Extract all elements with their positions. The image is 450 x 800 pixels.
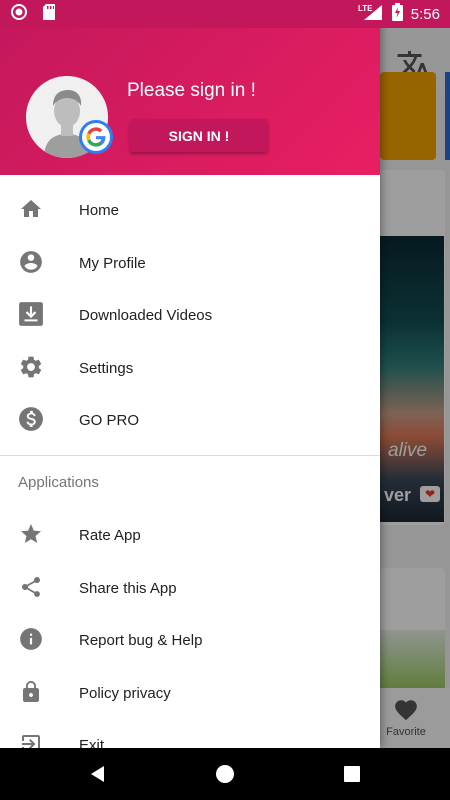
section-divider: [0, 455, 380, 456]
menu-item-settings[interactable]: Settings: [0, 342, 380, 394]
account-circle-icon: [18, 249, 44, 275]
menu-item-label: GO PRO: [79, 411, 140, 429]
menu-item-label: Share this App: [79, 579, 177, 597]
sign-in-button[interactable]: SIGN IN !: [130, 119, 268, 152]
menu-item-policy-privacy[interactable]: Policy privacy: [0, 667, 380, 719]
navigation-drawer: Please sign in ! SIGN IN ! Home My Profi…: [0, 0, 380, 748]
menu-item-label: Downloaded Videos: [79, 306, 213, 324]
home-icon: [18, 196, 44, 222]
svg-text:LTE: LTE: [358, 4, 373, 13]
lock-icon: [18, 679, 44, 705]
menu-item-exit[interactable]: Exit: [0, 719, 380, 748]
menu-item-my-profile[interactable]: My Profile: [0, 237, 380, 289]
download-icon: [18, 301, 44, 327]
gear-icon: [18, 354, 44, 380]
menu-item-label: Report bug & Help: [79, 631, 203, 649]
google-icon: [79, 120, 113, 154]
sd-card-icon: [42, 3, 56, 26]
back-triangle-icon: [91, 766, 104, 782]
menu-item-report-bug[interactable]: Report bug & Help: [0, 614, 380, 666]
sign-in-prompt: Please sign in !: [127, 80, 256, 101]
notification-circle-icon: [10, 3, 28, 26]
battery-charging-icon: [391, 3, 403, 25]
menu-item-downloaded-videos[interactable]: Downloaded Videos: [0, 289, 380, 341]
recents-button[interactable]: [340, 762, 364, 786]
menu-item-label: Exit: [79, 736, 105, 749]
menu-item-go-pro[interactable]: GO PRO: [0, 394, 380, 446]
exit-icon: [18, 731, 44, 748]
system-navigation-bar: [0, 748, 450, 800]
recents-square-icon: [344, 766, 360, 782]
menu-item-home[interactable]: Home: [0, 184, 380, 236]
share-icon: [18, 574, 44, 600]
section-title-applications: Applications: [18, 474, 99, 491]
back-button[interactable]: [86, 762, 110, 786]
menu-item-label: Settings: [79, 359, 134, 377]
home-button[interactable]: [213, 762, 237, 786]
star-icon: [18, 521, 44, 547]
status-time: 5:56: [410, 5, 440, 23]
menu-item-label: My Profile: [79, 254, 146, 272]
status-bar: LTE 5:56: [0, 0, 450, 28]
menu-item-label: Rate App: [79, 526, 141, 544]
info-icon: [18, 626, 44, 652]
menu-item-rate-app[interactable]: Rate App: [0, 509, 380, 561]
menu-item-share-app[interactable]: Share this App: [0, 562, 380, 614]
home-circle-icon: [216, 765, 234, 783]
menu-item-label: Policy privacy: [79, 684, 171, 702]
menu-item-label: Home: [79, 201, 120, 219]
dollar-icon: [18, 406, 44, 432]
lte-signal-icon: LTE: [358, 3, 384, 25]
